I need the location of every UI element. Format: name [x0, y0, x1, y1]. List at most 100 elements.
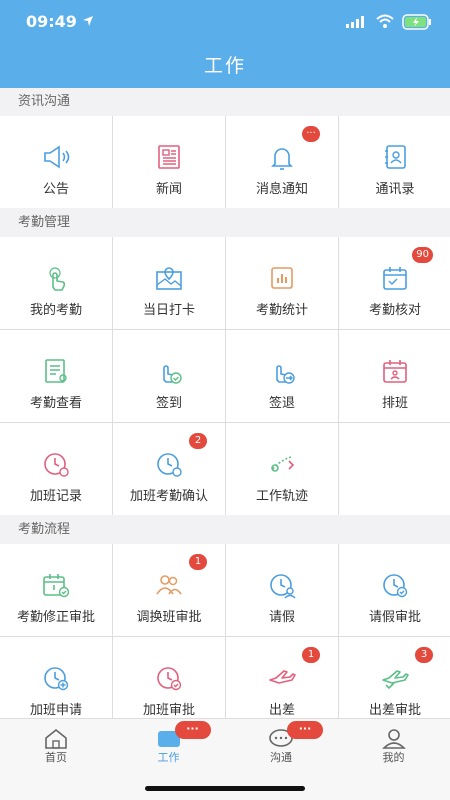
tab-label: 我的 [382, 751, 405, 764]
sign-out-hand-icon [276, 365, 295, 384]
grid-item-label: 考勤查看 [29, 396, 82, 411]
section-header-process: 考勤流程 [0, 516, 450, 544]
tab-label: 沟通 [270, 751, 292, 764]
doc-view-icon [45, 359, 67, 383]
grid-item-sign-in-hand[interactable]: 签到 [113, 330, 225, 422]
contacts-icon [385, 145, 406, 169]
tab-badge: ··· [287, 721, 323, 739]
home-indicator [145, 786, 305, 791]
bell-icon [271, 148, 293, 170]
tab-home[interactable]: 首页 [0, 719, 112, 769]
section-header-attendance: 考勤管理 [0, 209, 450, 237]
grid-item-label: 调换班审批 [136, 610, 202, 625]
map-pin-icon [156, 267, 182, 290]
grid-item-airplane-approve[interactable]: 出差审批 3 [339, 637, 450, 729]
grid-item-calendar-approve[interactable]: 考勤修正审批 [0, 544, 112, 636]
grid-item-leave-clock[interactable]: 请假 [226, 544, 338, 636]
grid-item-label: 出差审批 [368, 703, 421, 718]
info-grid: 公告 新闻 消息通知 ··· 通讯录 [0, 116, 450, 208]
home-icon [45, 728, 67, 749]
newspaper-icon [158, 145, 180, 169]
grid-item-sign-out-hand[interactable]: 签退 [226, 330, 338, 422]
grid-item-label: 考勤统计 [255, 303, 308, 318]
grid-item-map-pin[interactable]: 当日打卡 [113, 237, 225, 329]
track-route-icon [271, 456, 295, 472]
notification-badge: 90 [412, 247, 433, 263]
tab-badge: ··· [174, 721, 211, 739]
grid-item-contacts[interactable]: 通讯录 [339, 116, 450, 208]
sign-in-hand-icon [163, 365, 182, 384]
grid-item-people-swap[interactable]: 调换班审批 1 [113, 544, 225, 636]
grid-item-label: 工作轨迹 [255, 489, 308, 504]
profile-icon [381, 729, 406, 749]
notification-badge: ··· [302, 126, 320, 142]
notification-badge: 1 [302, 647, 320, 663]
grid-empty-cell [339, 423, 450, 515]
grid-item-leave-approve[interactable]: 请假审批 [339, 544, 450, 636]
grid-item-calendar-check[interactable]: 考勤核对 90 [339, 237, 450, 329]
page-title: 工作 [203, 55, 246, 77]
grid-item-clock-approve[interactable]: 加班审批 [113, 637, 225, 729]
airplane-icon [269, 670, 296, 684]
grid-item-label: 加班记录 [29, 489, 82, 504]
grid-item-megaphone[interactable]: 公告 [0, 116, 112, 208]
grid-item-label: 考勤修正审批 [16, 610, 95, 625]
tap-hand-icon [49, 267, 66, 291]
airplane-approve-icon [382, 670, 409, 690]
grid-item-label: 加班申请 [29, 703, 82, 718]
grid-item-label: 消息通知 [255, 182, 308, 197]
grid-item-clock-record[interactable]: 加班记录 [0, 423, 112, 515]
grid-item-doc-view[interactable]: 考勤查看 [0, 330, 112, 422]
tab-label: 首页 [45, 751, 67, 764]
grid-item-clock-plus[interactable]: 加班申请 [0, 637, 112, 729]
grid-item-bell[interactable]: 消息通知 ··· [226, 116, 338, 208]
people-swap-icon [156, 575, 182, 595]
grid-item-airplane[interactable]: 出差 1 [226, 637, 338, 729]
grid-item-tap-hand[interactable]: 我的考勤 [0, 237, 112, 329]
grid-item-label: 当日打卡 [142, 303, 195, 318]
grid-item-label: 排班 [381, 396, 408, 411]
grid-item-label: 考勤核对 [368, 303, 421, 318]
grid-item-label: 我的考勤 [29, 303, 82, 318]
grid-item-schedule-calendar[interactable]: 排班 [339, 330, 450, 422]
grid-item-label: 新闻 [155, 182, 182, 197]
notification-badge: 1 [189, 554, 207, 570]
attendance-grid: 我的考勤 当日打卡 考勤统计 考勤核对 90 考勤查看 签到 签退 排班加班记录 加班考勤确认 2 工… [0, 237, 450, 515]
grid-item-label: 加班审批 [142, 703, 195, 718]
leave-clock-icon [270, 574, 296, 599]
grid-item-newspaper[interactable]: 新闻 [113, 116, 225, 208]
battery-icon [402, 14, 431, 30]
calendar-approve-icon [43, 574, 70, 598]
notification-badge: 2 [189, 433, 207, 449]
nav-bar: 工作 [0, 44, 450, 88]
calendar-check-icon [383, 267, 407, 290]
tab-work[interactable]: 工作 ··· [113, 719, 225, 769]
tab-label: 工作 [157, 751, 180, 764]
status-time: 09:49 [26, 12, 77, 31]
clock-confirm-icon [157, 453, 182, 477]
clock-record-icon [44, 453, 69, 477]
grid-item-label: 公告 [42, 182, 69, 197]
grid-item-bar-chart[interactable]: 考勤统计 [226, 237, 338, 329]
tab-profile[interactable]: 我的 [338, 719, 450, 769]
megaphone-icon [44, 145, 70, 169]
wifi-icon [376, 14, 394, 28]
grid-item-track-route[interactable]: 工作轨迹 [226, 423, 338, 515]
status-bar: 09:49 [0, 0, 450, 44]
bar-chart-icon [271, 267, 293, 289]
grid-item-clock-confirm[interactable]: 加班考勤确认 2 [113, 423, 225, 515]
leave-approve-icon [383, 574, 408, 598]
signal-icon [346, 16, 364, 28]
tab-chat[interactable]: 沟通 ··· [225, 719, 337, 769]
grid-item-label: 请假审批 [368, 610, 421, 625]
clock-approve-icon [157, 667, 182, 691]
process-grid: 考勤修正审批 调换班审批 1 请假 请假审批加班申请 加班审批 出差 1 出差审批 3 [0, 544, 450, 729]
notification-badge: 3 [415, 647, 433, 663]
grid-item-label: 出差 [268, 703, 295, 718]
grid-item-label: 签退 [268, 396, 295, 411]
grid-item-label: 请假 [268, 610, 295, 625]
location-arrow-icon [83, 16, 93, 26]
grid-item-label: 通讯录 [375, 182, 415, 197]
clock-plus-icon [44, 667, 69, 691]
grid-item-label: 加班考勤确认 [129, 489, 208, 504]
